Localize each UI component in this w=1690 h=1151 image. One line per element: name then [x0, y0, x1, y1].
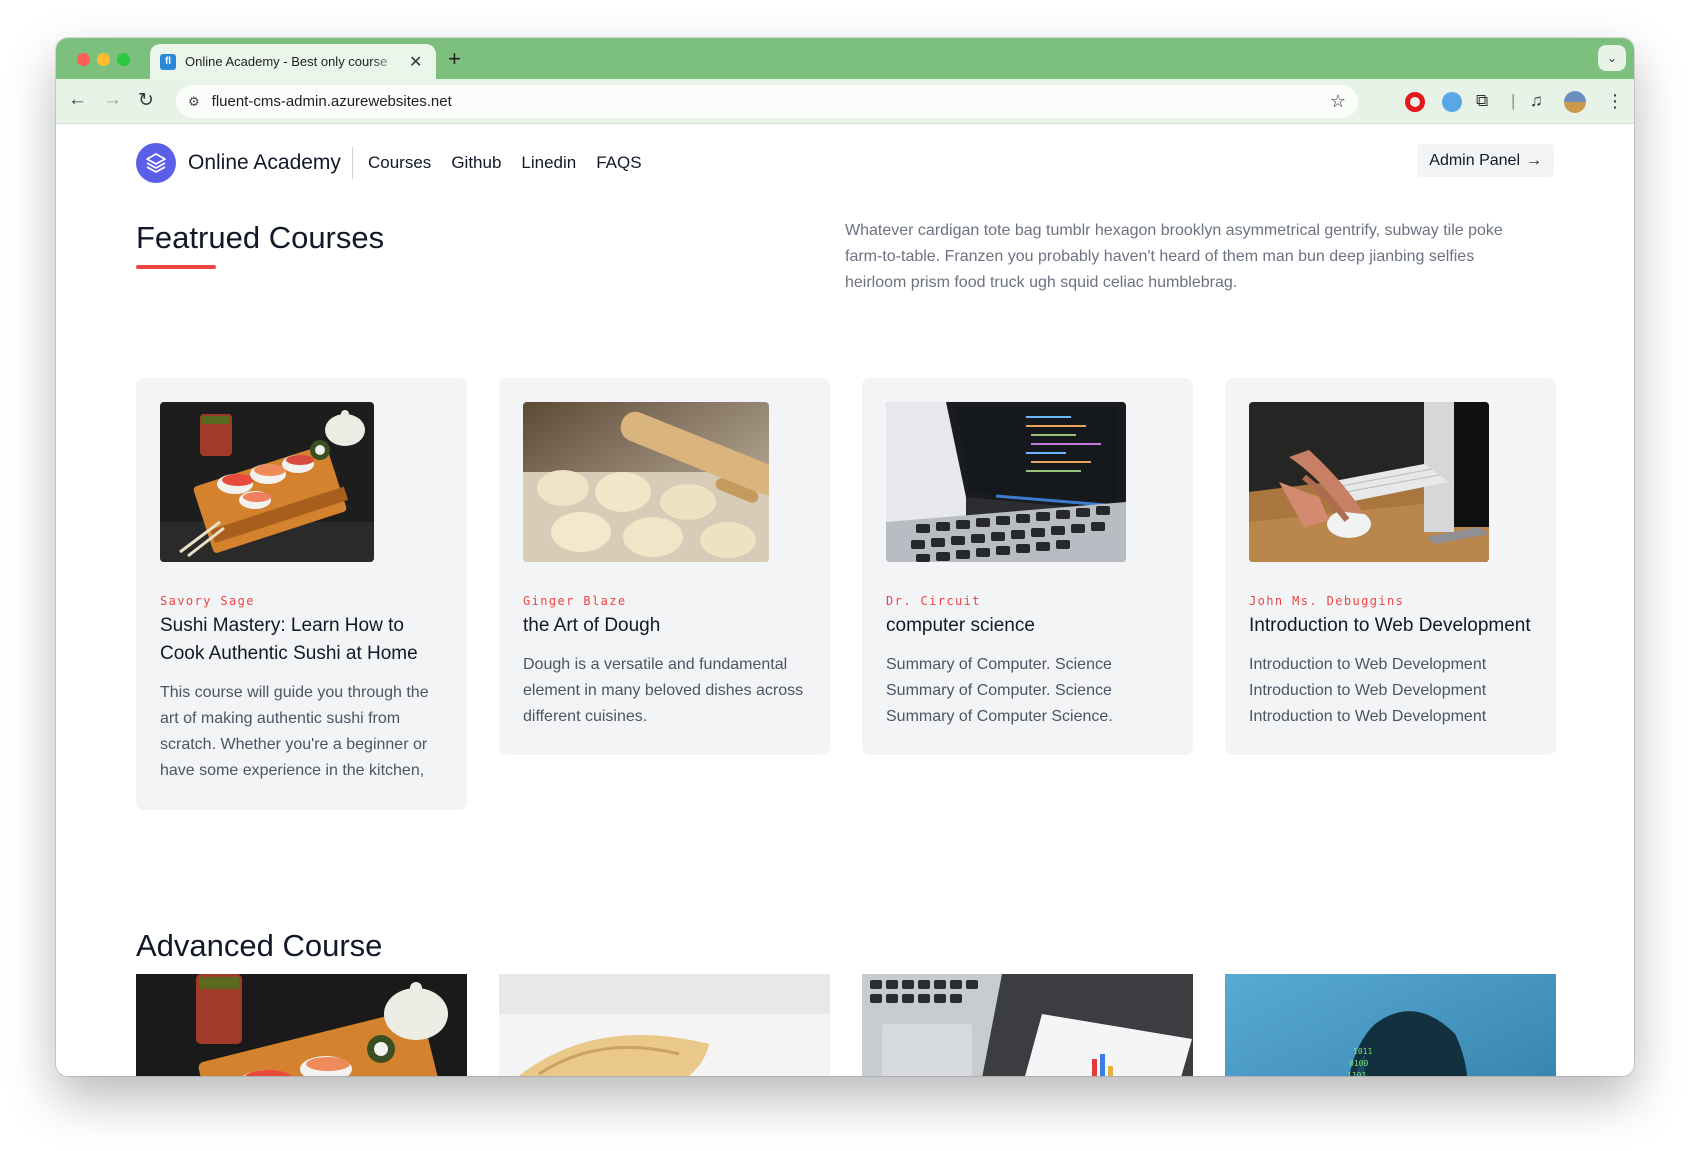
maximize-window-button[interactable] — [117, 53, 130, 66]
logo-layers-icon[interactable] — [136, 143, 176, 183]
course-author: Dr. Circuit — [886, 594, 981, 608]
tab-title: Online Academy - Best only course — [185, 54, 388, 69]
site-settings-icon[interactable]: ⚙ — [188, 94, 200, 110]
course-card[interactable]: Ginger Blaze the Art of Dough Dough is a… — [499, 378, 830, 755]
course-title[interactable]: the Art of Dough — [523, 612, 806, 640]
sushi-image[interactable] — [160, 402, 374, 562]
course-author: John Ms. Debuggins — [1249, 594, 1405, 608]
new-tab-button[interactable]: + — [448, 46, 461, 72]
forward-icon[interactable]: → — [103, 89, 122, 111]
dough-image[interactable] — [523, 402, 769, 562]
laptop-code-image[interactable] — [886, 402, 1126, 562]
featured-section-title: Featrued Courses — [136, 220, 385, 255]
advanced-food-plate-image[interactable] — [499, 974, 830, 1076]
web-page: Online Academy Courses Github Linedin FA… — [56, 124, 1634, 1076]
brand-name[interactable]: Online Academy — [188, 151, 341, 175]
browser-window: fl Online Academy - Best only course ✕ +… — [56, 38, 1634, 1076]
nav-link-faqs[interactable]: FAQS — [596, 153, 641, 173]
browser-toolbar: ← → ↻ ⚙ fluent-cms-admin.azurewebsites.n… — [56, 79, 1634, 124]
reload-icon[interactable]: ↻ — [138, 89, 154, 112]
back-icon[interactable]: ← — [68, 89, 87, 111]
url-text[interactable]: fluent-cms-admin.azurewebsites.net — [212, 93, 1330, 110]
course-author: Savory Sage — [160, 594, 255, 608]
course-author: Ginger Blaze — [523, 594, 627, 608]
svg-text:0100: 0100 — [1349, 1059, 1368, 1068]
site-header: Online Academy Courses Github Linedin FA… — [136, 142, 1554, 184]
close-tab-icon[interactable]: ✕ — [409, 52, 422, 72]
course-description: This course will guide you through the a… — [160, 684, 429, 779]
course-description: Summary of Computer. Science Summary of … — [886, 656, 1113, 725]
course-title[interactable]: computer science — [886, 612, 1169, 640]
course-title[interactable]: Introduction to Web Development — [1249, 612, 1532, 640]
admin-panel-label: Admin Panel — [1429, 151, 1520, 169]
course-title[interactable]: Sushi Mastery: Learn How to Cook Authent… — [160, 612, 443, 668]
address-bar[interactable]: ⚙ fluent-cms-admin.azurewebsites.net ☆ — [176, 85, 1358, 118]
minimize-window-button[interactable] — [97, 53, 110, 66]
arrow-right-icon: → — [1526, 151, 1542, 169]
advanced-section-title: Advanced Course — [136, 928, 383, 963]
brand-divider — [352, 147, 353, 179]
browser-tab[interactable]: fl Online Academy - Best only course ✕ — [150, 44, 436, 79]
course-description: Introduction to Web Development Introduc… — [1249, 656, 1487, 725]
advanced-sushi-image[interactable] — [136, 974, 467, 1076]
bookmark-star-icon[interactable]: ☆ — [1330, 91, 1346, 112]
advanced-face-code-image[interactable]: 1011 0100 1101 0011 1010 0110 1001 — [1225, 974, 1556, 1076]
svg-text:1011: 1011 — [1353, 1047, 1372, 1056]
tab-bar: fl Online Academy - Best only course ✕ +… — [56, 38, 1634, 79]
svg-text:1101: 1101 — [1347, 1071, 1366, 1076]
course-card[interactable]: Dr. Circuit computer science Summary of … — [862, 378, 1193, 755]
favicon-icon: fl — [160, 53, 176, 70]
nav-link-github[interactable]: Github — [451, 153, 501, 173]
course-card[interactable]: Savory Sage Sushi Mastery: Learn How to … — [136, 378, 467, 810]
mouse-desk-image[interactable] — [1249, 402, 1489, 562]
opera-extension-icon[interactable] — [1405, 92, 1425, 112]
blue-extension-icon[interactable] — [1442, 92, 1462, 112]
extensions-puzzle-icon[interactable]: ⧉ — [1476, 91, 1488, 111]
nav-link-courses[interactable]: Courses — [368, 153, 431, 173]
main-nav: Courses Github Linedin FAQS — [368, 153, 642, 173]
profile-avatar[interactable] — [1564, 91, 1586, 113]
title-underline — [136, 265, 216, 269]
close-window-button[interactable] — [77, 53, 90, 66]
admin-panel-button[interactable]: Admin Panel → — [1417, 144, 1554, 177]
toolbar-divider: | — [1511, 91, 1516, 110]
featured-description: Whatever cardigan tote bag tumblr hexago… — [845, 222, 1503, 291]
nav-link-linkedin[interactable]: Linedin — [521, 153, 576, 173]
course-card[interactable]: John Ms. Debuggins Introduction to Web D… — [1225, 378, 1556, 755]
advanced-laptop-charts-image[interactable] — [862, 974, 1193, 1076]
tab-search-icon[interactable]: ⌄ — [1598, 45, 1626, 71]
course-description: Dough is a versatile and fundamental ele… — [523, 656, 804, 725]
kebab-menu-icon[interactable]: ⋮ — [1606, 91, 1624, 112]
media-control-icon[interactable]: ♫ — [1530, 91, 1543, 111]
